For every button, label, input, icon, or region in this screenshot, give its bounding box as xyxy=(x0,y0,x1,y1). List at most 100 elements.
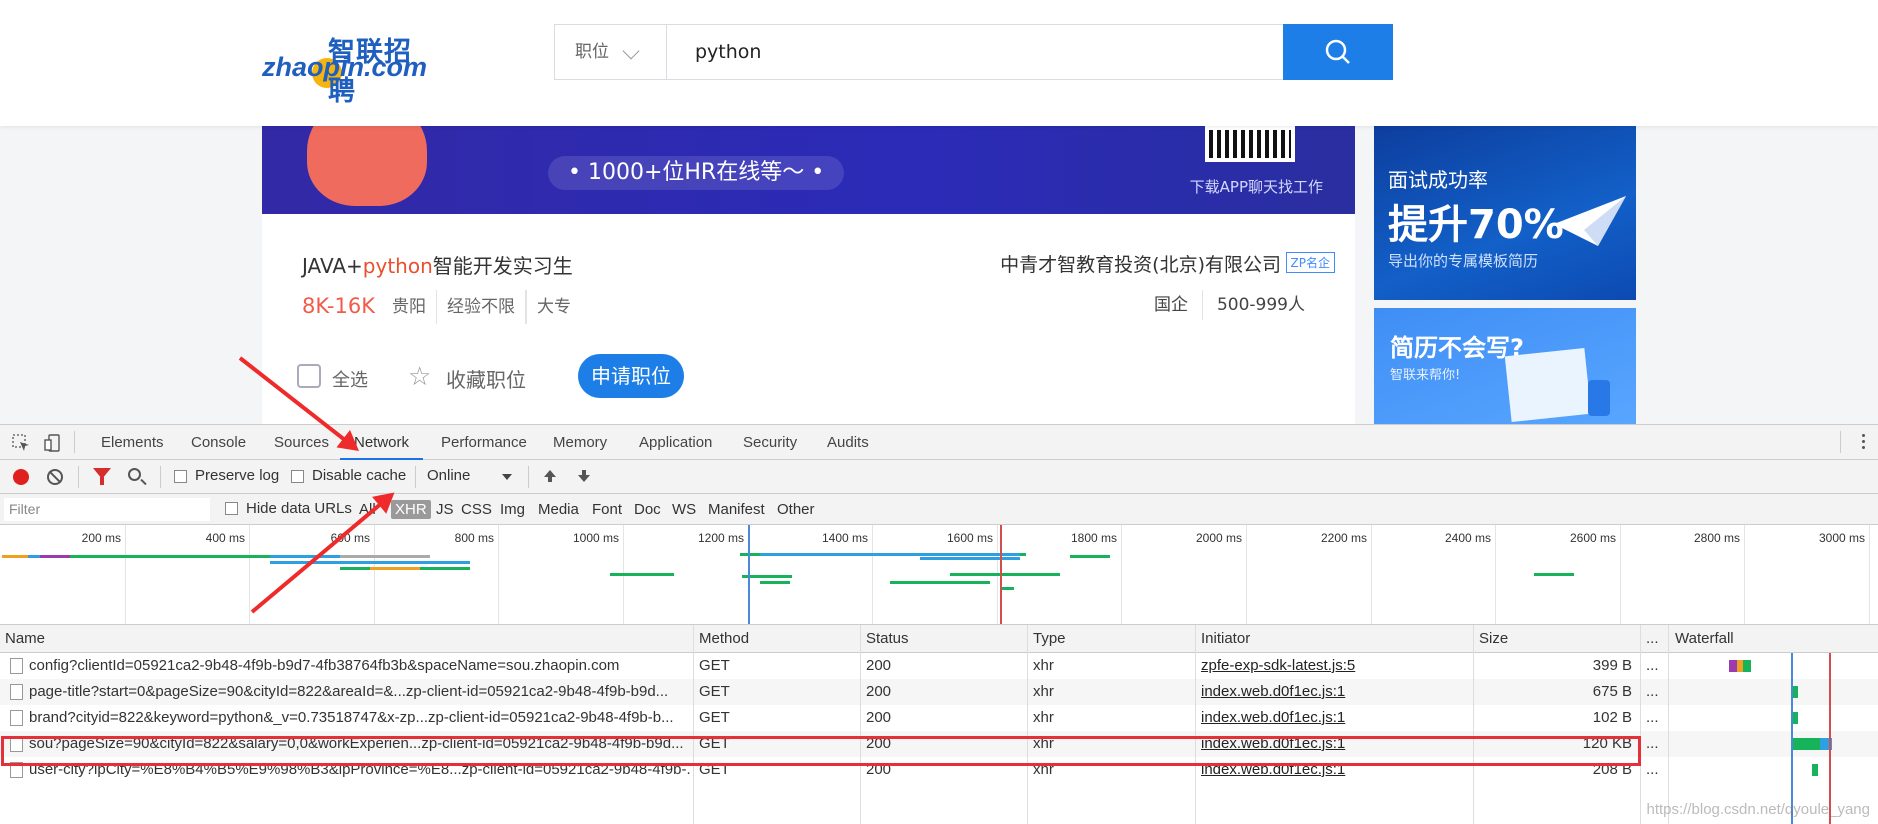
column-status[interactable]: Status xyxy=(861,625,909,653)
highlighted-request-box xyxy=(1,736,1641,766)
ad-resume[interactable]: 简历不会写? 智联来帮你! xyxy=(1374,308,1636,426)
watermark: https://blog.csdn.net/qyoule_yang xyxy=(1646,801,1871,818)
filter-icon[interactable] xyxy=(93,468,111,485)
type-filter-media[interactable]: Media xyxy=(534,500,583,519)
job-tag-experience: 经验不限 xyxy=(437,290,526,324)
device-toolbar-icon[interactable] xyxy=(44,434,62,452)
overview-gridline xyxy=(872,525,873,624)
column-waterfall[interactable]: Waterfall xyxy=(1670,625,1734,653)
overview-request-bar xyxy=(2,555,28,558)
type-filter-other[interactable]: Other xyxy=(773,500,819,519)
export-har-icon[interactable] xyxy=(576,468,592,484)
resume-illustration xyxy=(1504,347,1592,423)
clear-icon[interactable] xyxy=(47,469,63,485)
load-event-marker xyxy=(1829,653,1831,824)
type-filter-font[interactable]: Font xyxy=(588,500,626,519)
cell-name: config?clientId=05921ca2-9b48-4f9b-b9d7-… xyxy=(29,657,620,674)
column-type[interactable]: Type xyxy=(1028,625,1066,653)
throttle-dropdown-icon[interactable] xyxy=(502,474,512,480)
type-filter-ws[interactable]: WS xyxy=(668,500,700,519)
apply-button[interactable]: 申请职位 xyxy=(578,354,684,398)
tab-memory[interactable]: Memory xyxy=(552,425,608,460)
promo-banner[interactable]: • 1000+位HR在线等～ • 下载APP聊天找工作 xyxy=(262,126,1355,214)
inspect-element-icon[interactable] xyxy=(12,434,30,452)
search-input[interactable]: python xyxy=(695,25,761,79)
type-filter-css[interactable]: CSS xyxy=(457,500,496,519)
preserve-log-label[interactable]: Preserve log xyxy=(195,467,279,484)
record-icon[interactable] xyxy=(13,469,29,485)
tab-sources[interactable]: Sources xyxy=(273,425,330,460)
favorite-button[interactable]: 收藏职位 xyxy=(446,364,526,393)
tab-application[interactable]: Application xyxy=(638,425,713,460)
overview-request-bar xyxy=(370,567,420,570)
company-name[interactable]: 中青才智教育投资(北京)有限公司 xyxy=(1000,250,1281,277)
tab-audits[interactable]: Audits xyxy=(826,425,870,460)
column-method[interactable]: Method xyxy=(694,625,749,653)
zhaopin-logo[interactable]: 智联招聘 zhaopin.com xyxy=(262,30,432,107)
job-tag-city: 贵阳 xyxy=(382,290,437,324)
table-row[interactable]: config?clientId=05921ca2-9b48-4f9b-b9d7-… xyxy=(0,653,1878,679)
cell-name: brand?cityid=822&keyword=python&_v=0.735… xyxy=(29,709,674,726)
company-size: 500-999人 xyxy=(1216,295,1305,315)
ad-interview[interactable]: 面试成功率 提升70% 导出你的专属模板简历 xyxy=(1374,126,1636,300)
column-more[interactable]: ... xyxy=(1641,625,1659,653)
job-card[interactable]: JAVA+python智能开发实习生 8K-16K 贵阳 经验不限 大专 中青才… xyxy=(262,214,1355,328)
type-filter-js[interactable]: JS xyxy=(432,500,458,519)
tab-console[interactable]: Console xyxy=(190,425,247,460)
overview-request-bar xyxy=(1534,573,1574,576)
table-row[interactable]: brand?cityid=822&keyword=python&_v=0.735… xyxy=(0,705,1878,731)
cell-status: 200 xyxy=(866,683,892,700)
search-category-select[interactable]: 职位 xyxy=(555,25,667,79)
network-request-table: Name Method Status Type Initiator Size .… xyxy=(0,625,1878,824)
overview-tick-label: 1000 ms xyxy=(572,531,619,545)
site-header: 智联招聘 zhaopin.com 职位 python xyxy=(0,0,1878,126)
column-divider xyxy=(1668,625,1669,824)
import-har-icon[interactable] xyxy=(542,468,558,484)
select-all-checkbox[interactable] xyxy=(297,364,321,388)
column-initiator[interactable]: Initiator xyxy=(1196,625,1250,653)
preserve-log-checkbox[interactable] xyxy=(174,470,187,483)
overview-request-bar xyxy=(270,561,470,564)
search-category-label: 职位 xyxy=(575,42,609,62)
overview-request-bar xyxy=(760,581,790,584)
chevron-down-icon xyxy=(622,42,640,60)
type-filter-img[interactable]: Img xyxy=(496,500,529,519)
job-tags: 贵阳 经验不限 大专 xyxy=(382,290,581,324)
tab-security[interactable]: Security xyxy=(742,425,798,460)
disable-cache-label[interactable]: Disable cache xyxy=(312,467,406,484)
hide-data-urls-checkbox[interactable] xyxy=(225,502,238,515)
throttling-select[interactable]: Online xyxy=(427,467,470,484)
banner-hr-text: • 1000+位HR在线等～ • xyxy=(548,156,845,190)
waterfall-bar xyxy=(1792,738,1820,750)
tab-performance[interactable]: Performance xyxy=(440,425,528,460)
tab-elements[interactable]: Elements xyxy=(100,425,165,460)
search-button[interactable] xyxy=(1283,24,1393,80)
column-divider xyxy=(1473,625,1474,824)
network-overview-timeline[interactable]: 200 ms 400 ms 600 ms 800 ms 1000 ms 1200 ms 14… xyxy=(0,525,1878,625)
overview-tick-label: 1400 ms xyxy=(821,531,868,545)
select-all-label[interactable]: 全选 xyxy=(332,366,368,392)
filter-bar: Filter Hide data URLs All XHR JS CSS Img… xyxy=(0,494,1878,525)
star-icon[interactable]: ☆ xyxy=(408,362,431,392)
overview-tick-label: 2400 ms xyxy=(1444,531,1491,545)
search-icon xyxy=(1325,39,1350,64)
more-options-icon[interactable] xyxy=(1862,434,1866,452)
overview-gridline xyxy=(1620,525,1621,624)
job-title[interactable]: JAVA+python智能开发实习生 xyxy=(302,250,573,279)
column-name[interactable]: Name xyxy=(0,625,45,653)
toolbar-divider xyxy=(78,466,79,488)
cell-initiator[interactable]: index.web.d0f1ec.js:1 xyxy=(1196,705,1472,731)
table-row[interactable]: page-title?start=0&pageSize=90&cityId=82… xyxy=(0,679,1878,705)
type-filter-manifest[interactable]: Manifest xyxy=(704,500,769,519)
cell-initiator[interactable]: index.web.d0f1ec.js:1 xyxy=(1196,679,1472,705)
disable-cache-checkbox[interactable] xyxy=(291,470,304,483)
type-filter-doc[interactable]: Doc xyxy=(630,500,665,519)
column-divider xyxy=(860,625,861,824)
search-icon[interactable] xyxy=(128,468,141,481)
hide-data-urls-label[interactable]: Hide data URLs xyxy=(246,500,352,517)
logo-en: zhaopin.com xyxy=(262,52,428,82)
cell-initiator[interactable]: zpfe-exp-sdk-latest.js:5 xyxy=(1196,653,1472,679)
column-size[interactable]: Size xyxy=(1474,625,1508,653)
cell-method: GET xyxy=(699,709,730,726)
filter-input[interactable]: Filter xyxy=(4,498,210,521)
